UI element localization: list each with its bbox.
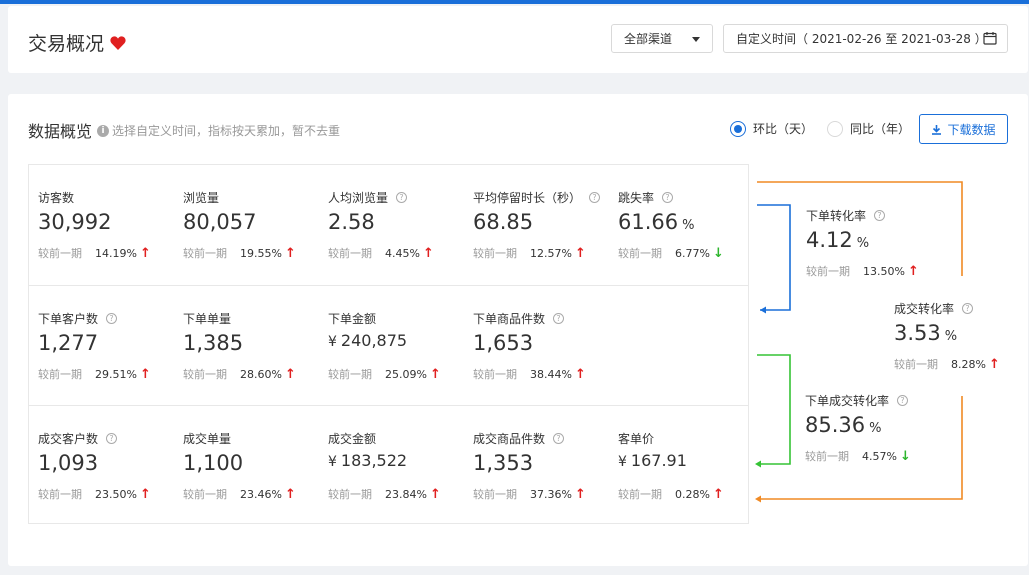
metric-value: 85.36%	[805, 413, 925, 441]
metric-unit: %	[856, 236, 870, 251]
metric-value-text: 85.36	[805, 413, 866, 437]
metric-label-text: 下单转化率	[806, 208, 867, 223]
compare-percent: 13.50%	[863, 264, 905, 278]
arrow-up-icon: ↑	[988, 356, 1000, 372]
metric-compare: 较前一期 8.28% ↑	[894, 356, 1014, 372]
chevron-down-icon	[692, 37, 700, 42]
date-range-value: 自定义时间（ 2021-02-26 至 2021-03-28 ）	[736, 32, 987, 46]
metric-value-text: 4.12	[806, 228, 853, 252]
metric-value: 3.53%	[894, 321, 1014, 349]
data-overview-card: 数据概览 i 选择自定义时间，指标按天累加，暂不去重 环比（天） 同比（年） 下…	[8, 94, 1028, 566]
calendar-icon	[983, 32, 997, 45]
conversion-deal-rate: 成交转化率? 3.53% 较前一期 8.28% ↑	[894, 300, 1014, 372]
page-title: 交易概况	[28, 29, 126, 56]
compare-label: 较前一期	[806, 265, 850, 278]
flow-line-order-to-deal	[757, 354, 791, 465]
compare-percent: 8.28%	[951, 357, 986, 371]
metric-label: 下单转化率?	[806, 207, 926, 223]
metric-compare: 较前一期 4.57% ↓	[805, 448, 925, 464]
metric-label-text: 成交转化率	[894, 301, 955, 316]
metric-unit: %	[869, 421, 882, 436]
heart-icon	[110, 35, 126, 50]
metric-compare: 较前一期 13.50% ↑	[806, 263, 926, 279]
help-icon[interactable]: ?	[962, 302, 974, 314]
help-icon[interactable]: ?	[874, 209, 886, 221]
top-accent-bar	[0, 0, 1029, 4]
header-card: 交易概况 全部渠道 自定义时间（ 2021-02-26 至 2021-03-28…	[8, 6, 1028, 73]
metric-label-text: 下单成交转化率	[805, 393, 890, 408]
help-icon[interactable]: ?	[897, 394, 909, 406]
channel-select-value: 全部渠道	[624, 32, 673, 46]
metric-value: 4.12%	[806, 228, 926, 256]
flow-line-visit-to-order	[757, 204, 791, 311]
compare-percent: 4.57%	[862, 449, 897, 463]
channel-select[interactable]: 全部渠道	[611, 24, 713, 53]
arrow-up-icon: ↑	[907, 263, 919, 279]
flow-arrow-blue	[760, 306, 766, 314]
conversion-flow-lines	[755, 181, 963, 503]
flow-arrow-orange	[755, 495, 761, 503]
metric-label: 下单成交转化率?	[805, 392, 925, 408]
compare-label: 较前一期	[894, 358, 938, 371]
conversion-order-rate: 下单转化率? 4.12% 较前一期 13.50% ↑	[806, 207, 926, 279]
compare-label: 较前一期	[805, 450, 849, 463]
metric-value-text: 3.53	[894, 321, 941, 345]
metric-label: 成交转化率?	[894, 300, 1014, 316]
page-title-text: 交易概况	[28, 33, 105, 55]
conversion-order-deal-rate: 下单成交转化率? 85.36% 较前一期 4.57% ↓	[805, 392, 925, 464]
date-range-picker[interactable]: 自定义时间（ 2021-02-26 至 2021-03-28 ）	[723, 24, 1008, 53]
flow-arrow-green	[755, 460, 761, 468]
arrow-down-icon: ↓	[899, 448, 911, 464]
metric-unit: %	[944, 329, 958, 344]
